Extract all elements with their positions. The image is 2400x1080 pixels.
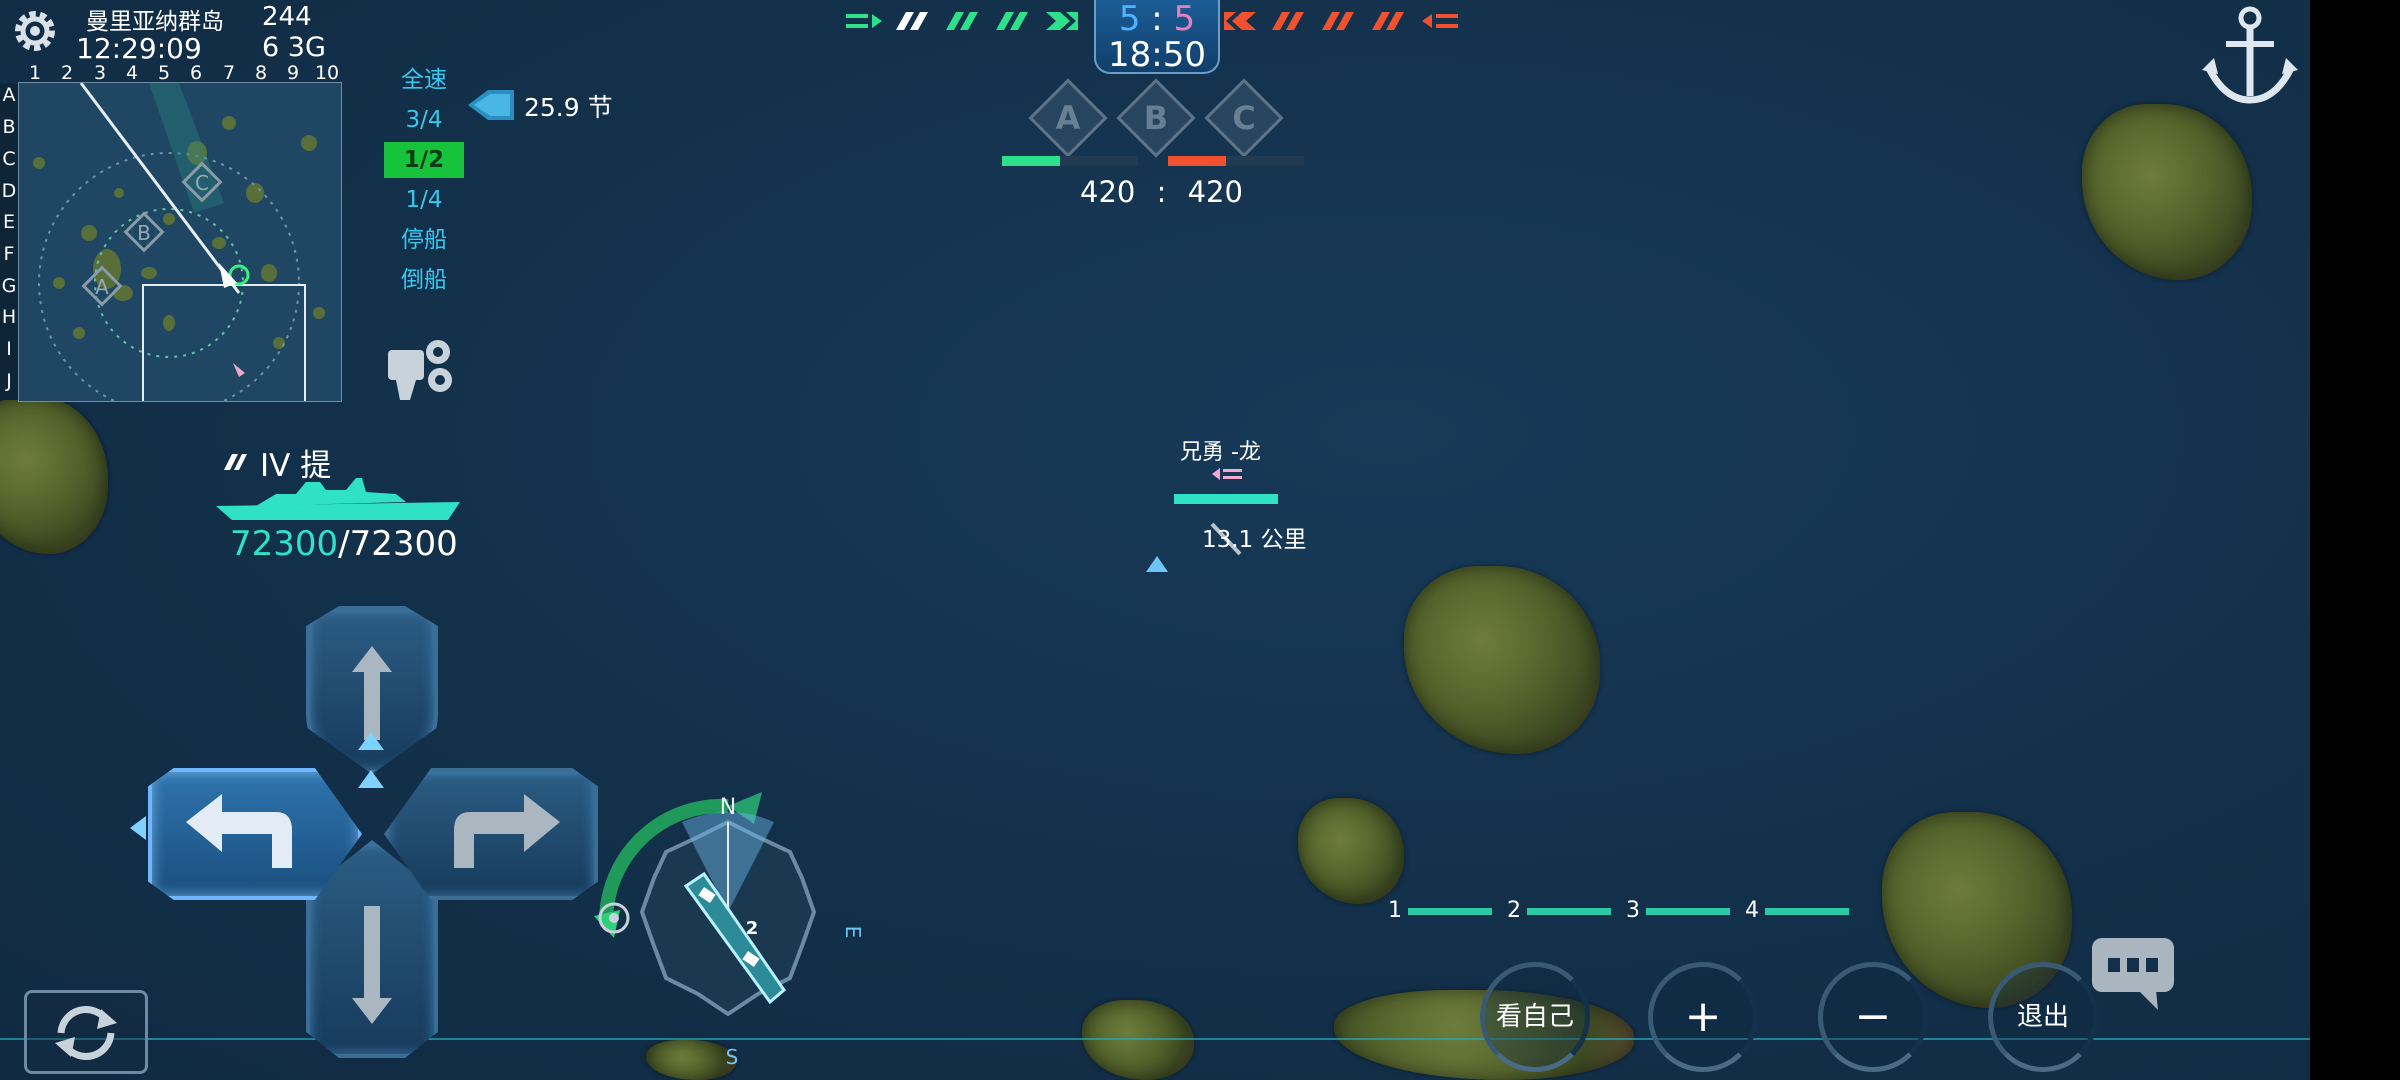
ally-ship-icon: [1046, 12, 1078, 30]
minimap-col: 9: [286, 62, 300, 84]
zoom-in-button[interactable]: +: [1648, 962, 1758, 1072]
match-timer: 18:50: [1108, 35, 1206, 75]
minimap-row: H: [1, 306, 17, 328]
ally-ship-icon: [846, 14, 882, 28]
ally-ship-icon: [946, 12, 978, 30]
left-indicator-icon: [128, 814, 148, 846]
chat-icon[interactable]: [2090, 936, 2176, 1016]
minimap-row-labels: A B C D E F G H I J: [0, 84, 20, 400]
minimap-row: F: [3, 243, 15, 265]
ally-points: 420: [1080, 175, 1136, 209]
score-separator: :: [1151, 0, 1163, 39]
enemy-ship-icon: [1224, 12, 1256, 30]
minimap-col: 10: [314, 62, 340, 84]
minimap-col: 1: [28, 62, 42, 84]
minimap[interactable]: A B C: [18, 82, 342, 402]
compass-minimap[interactable]: N E S 2: [574, 782, 884, 1076]
minimap-row: D: [1, 180, 17, 202]
ally-ship-icon: [896, 12, 928, 30]
speed-half[interactable]: 1/2: [384, 142, 464, 178]
aim-triangle-icon: [1144, 554, 1170, 578]
rotate-view-button[interactable]: [24, 990, 148, 1074]
ally-score: 5: [1118, 0, 1141, 39]
rudder-indicator-icon: [356, 730, 386, 794]
minimap-row: E: [2, 211, 15, 233]
target-distance: 13.1 公里: [1202, 527, 1307, 553]
anchor-icon[interactable]: [2198, 0, 2302, 108]
hp-max: /72300: [338, 524, 458, 564]
compass-east: E: [841, 926, 865, 939]
player-ship-silhouette: [216, 476, 460, 526]
score: 5 : 5: [1096, 0, 1218, 38]
target-hp-bar: [1174, 494, 1278, 504]
ship-class-icon: [222, 452, 248, 476]
ship-count: 2: [746, 918, 759, 939]
speed-selector: 全速 3/4 1/2 1/4 停船 倒船: [384, 60, 464, 300]
weapon-slot-3[interactable]: 3: [1626, 898, 1640, 923]
current-speed: 25.9 节: [524, 93, 613, 122]
view-self-button[interactable]: 看自己: [1480, 962, 1590, 1072]
enemy-ship-icon: [1272, 12, 1304, 30]
ally-points-bar: [1002, 156, 1138, 166]
minimap-row: C: [2, 148, 16, 170]
minimap-row: G: [1, 275, 17, 297]
minimap-col: 8: [254, 62, 268, 84]
minimap-col: 7: [222, 62, 236, 84]
enemy-ship-icon: [1322, 12, 1354, 30]
points-separator: :: [1156, 175, 1167, 209]
enemy-ship-icon: [1422, 14, 1458, 28]
target-name[interactable]: 兄勇 -龙: [1180, 434, 1261, 466]
speed-reverse[interactable]: 倒船: [384, 260, 464, 300]
enemy-points-bar: [1168, 156, 1304, 166]
weapon-slots: 1 2 3 4: [1388, 898, 1857, 923]
enemy-ship-icon: [1212, 466, 1244, 486]
signal-status: 6 3G: [262, 32, 326, 63]
minimap-row: I: [6, 338, 12, 360]
svg-text:C: C: [195, 171, 209, 195]
weapon-slot-2[interactable]: 2: [1507, 898, 1521, 923]
speed-three-quarter[interactable]: 3/4: [384, 100, 464, 140]
minimap-col: 5: [157, 62, 171, 84]
speed-quarter[interactable]: 1/4: [384, 180, 464, 220]
settings-gear-icon[interactable]: [8, 4, 62, 58]
minimap-col: 6: [189, 62, 203, 84]
weapon-slot-1[interactable]: 1: [1388, 898, 1402, 923]
speed-stop[interactable]: 停船: [384, 220, 464, 260]
enemy-score: 5: [1173, 0, 1196, 39]
camera-icon[interactable]: [386, 338, 458, 406]
ally-team-icons: [846, 10, 1106, 39]
player-hp: 72300/72300: [230, 524, 458, 564]
speed-full[interactable]: 全速: [384, 60, 464, 100]
minimap-row: B: [2, 116, 16, 138]
enemy-points: 420: [1187, 175, 1243, 209]
svg-text:A: A: [95, 275, 109, 299]
clock: 12:29:09: [76, 32, 202, 65]
ally-ship-icon: [996, 12, 1028, 30]
minimap-row: J: [6, 370, 12, 392]
minimap-col: 3: [93, 62, 107, 84]
map-name: 曼里亚纳群岛: [86, 9, 224, 35]
hp-current: 72300: [230, 524, 339, 564]
compass-north: N: [720, 795, 736, 820]
svg-text:B: B: [137, 221, 151, 245]
zoom-out-button[interactable]: −: [1818, 962, 1928, 1072]
enemy-team-icons: [1222, 10, 1462, 39]
speed-arrow-icon: [466, 88, 516, 126]
exit-button[interactable]: 退出: [1988, 962, 2098, 1072]
weapon-slot-4[interactable]: 4: [1745, 898, 1759, 923]
compass-south: S: [726, 1045, 739, 1069]
enemy-ship-icon: [1372, 12, 1404, 30]
minimap-col: 2: [60, 62, 74, 84]
minimap-col: 4: [125, 62, 139, 84]
screen-edge: [2310, 0, 2400, 1080]
team-points: 420 : 420: [1080, 175, 1243, 209]
ping-value: 244: [262, 2, 312, 32]
score-panel: 5 : 5 18:50: [1094, 0, 1220, 74]
minimap-row: A: [2, 84, 16, 106]
